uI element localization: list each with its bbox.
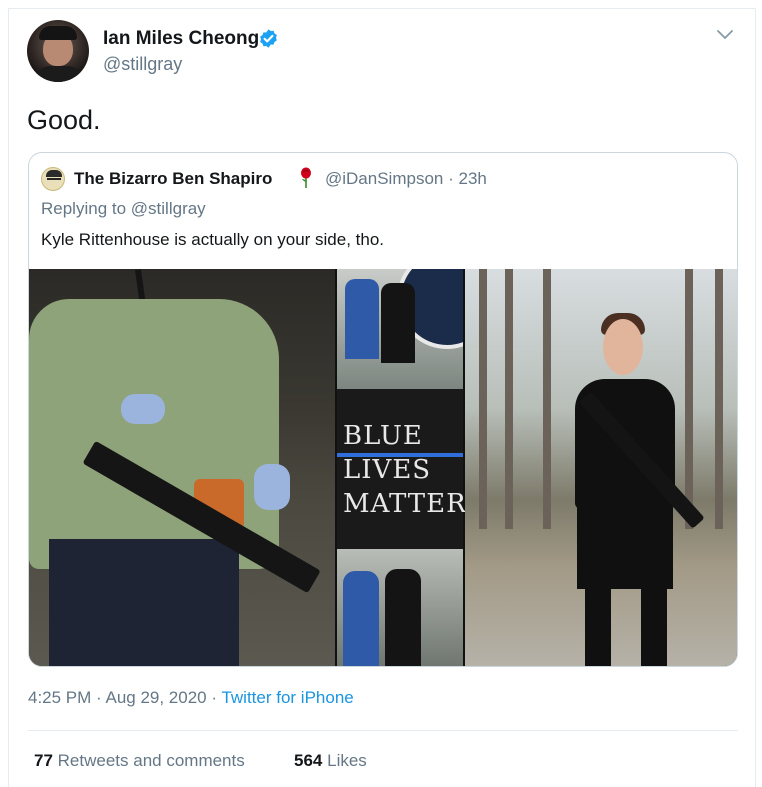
collage-bottom-photo — [337, 549, 463, 666]
caption-line-1: BLUE — [343, 421, 423, 451]
author-avatar[interactable] — [27, 20, 89, 82]
verified-badge-icon — [260, 29, 277, 48]
photo-leg — [585, 587, 611, 666]
photo-tree — [505, 269, 513, 529]
chevron-down-icon[interactable] — [716, 28, 734, 42]
tweet-source-link[interactable]: Twitter for iPhone — [221, 688, 353, 707]
retweets-label: Retweets and comments — [57, 751, 245, 770]
photo-glove — [121, 394, 165, 424]
caption-line-2: LIVES — [343, 455, 432, 485]
retweets-count: 77 — [34, 751, 53, 770]
retweets-stat[interactable]: 77 Retweets and comments — [34, 751, 245, 771]
quoted-author-handle-and-age: @iDanSimpson · 23h — [325, 169, 487, 188]
collage-person — [343, 571, 379, 666]
likes-label: Likes — [327, 751, 367, 770]
photo-leg — [641, 587, 667, 666]
photo-glove — [254, 464, 290, 510]
rose-emoji-icon — [301, 167, 311, 188]
photo-tree — [479, 269, 487, 529]
quoted-author-handle[interactable]: @iDanSimpson — [325, 169, 443, 188]
collage-caption-panel: BLUE LIVES MATTER — [337, 391, 467, 547]
collage-top-photo — [337, 269, 463, 389]
quoted-tweet-media[interactable]: BLUE LIVES MATTER — [29, 269, 737, 666]
photo-shorts — [577, 507, 673, 589]
tweet-text: Good. — [27, 105, 101, 135]
quoted-tweet-age: 23h — [458, 169, 487, 188]
tweet-time[interactable]: 4:25 PM — [28, 688, 91, 707]
quoted-author-avatar — [41, 167, 65, 191]
replying-to-line: Replying to @stillgray — [41, 199, 206, 219]
media-photo-left[interactable] — [29, 269, 335, 666]
media-photo-right[interactable] — [465, 269, 737, 666]
caption-line-3: MATTER — [343, 489, 467, 519]
author-handle[interactable]: @stillgray — [103, 54, 182, 75]
quoted-avatar-hair — [46, 170, 62, 177]
collage-person — [381, 283, 415, 363]
tweet-date[interactable]: Aug 29, 2020 — [105, 688, 206, 707]
collage-person — [385, 569, 421, 666]
likes-stat[interactable]: 564 Likes — [294, 751, 367, 771]
stats-divider — [28, 730, 738, 731]
quoted-tweet[interactable]: The Bizarro Ben Shapiro @iDanSimpson · 2… — [28, 152, 738, 667]
replying-to-prefix: Replying to — [41, 199, 127, 218]
likes-count: 564 — [294, 751, 323, 770]
photo-tree — [543, 269, 551, 529]
tweet-metadata: 4:25 PM · Aug 29, 2020 · Twitter for iPh… — [28, 688, 354, 707]
photo-tree — [715, 269, 723, 529]
quoted-tweet-text: Kyle Rittenhouse is actually on your sid… — [41, 230, 385, 249]
author-name[interactable]: Ian Miles Cheong — [103, 28, 259, 50]
photo-tree — [685, 269, 693, 529]
photo-pants — [49, 539, 239, 666]
replying-to-handle[interactable]: @stillgray — [131, 199, 206, 218]
avatar-shirt — [31, 66, 87, 82]
quoted-author-name[interactable]: The Bizarro Ben Shapiro — [74, 169, 272, 189]
photo-head — [603, 319, 643, 375]
avatar-cap — [39, 26, 77, 40]
media-photo-middle[interactable]: BLUE LIVES MATTER — [337, 269, 467, 666]
collage-person — [345, 279, 379, 359]
quoted-avatar-glasses — [47, 178, 61, 182]
